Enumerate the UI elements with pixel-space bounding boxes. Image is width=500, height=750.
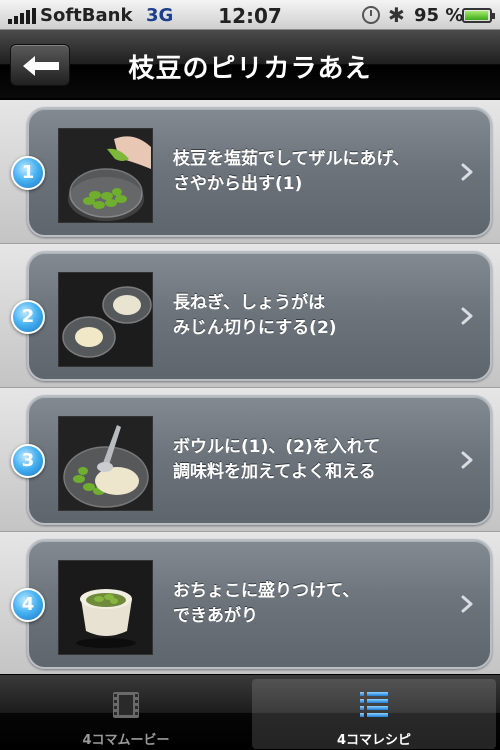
step-line-2: さやから出す(1) xyxy=(173,174,303,194)
step-photo xyxy=(58,128,153,223)
page-title: 枝豆のピリカラあえ xyxy=(128,54,372,84)
tab-label: 4コマムービー xyxy=(82,733,170,748)
list-item[interactable]: 4 おちょこに盛りつけて、 できあがり xyxy=(0,532,500,676)
step-line-1: 枝豆を塩茹でしてザルにあげ、 xyxy=(173,149,410,169)
step-card[interactable]: おちょこに盛りつけて、 できあがり xyxy=(27,539,492,669)
film-icon xyxy=(113,692,139,718)
step-line-2: できあがり xyxy=(173,606,258,626)
step-number-badge: 1 xyxy=(11,156,45,190)
step-description: 長ねぎ、しょうがは みじん切りにする(2) xyxy=(173,253,463,379)
tab-label: 4コマレシピ xyxy=(336,733,412,748)
chevron-right-icon xyxy=(461,307,473,325)
tab-4koma-recipe[interactable]: 4コマレシピ xyxy=(252,679,496,749)
list-item[interactable]: 1 枝豆を塩茹でしてザルにあげ、 さやから出す(1) xyxy=(0,100,500,244)
chevron-right-icon xyxy=(461,595,473,613)
tab-bar: 4コマムービー 4コマレシピ xyxy=(0,674,500,750)
list-item[interactable]: 2 長ねぎ、しょうがは みじん切りにする(2) xyxy=(0,244,500,388)
list-item[interactable]: 3 ボウルに(1)、(2)を入れて 調味料を加えてよく和える xyxy=(0,388,500,532)
step-line-1: ボウルに(1)、(2)を入れて xyxy=(173,437,381,457)
step-number-badge: 3 xyxy=(11,444,45,478)
step-card[interactable]: 長ねぎ、しょうがは みじん切りにする(2) xyxy=(27,251,492,381)
status-bar: SoftBank 3G 12:07 ✱ 95 % xyxy=(0,0,500,30)
tab-4koma-movie[interactable]: 4コマムービー xyxy=(4,679,248,749)
recipe-step-list: 1 枝豆を塩茹でしてザルにあげ、 さやから出す(1) 2 長ねぎ、しょうがは み… xyxy=(0,100,500,676)
step-line-1: 長ねぎ、しょうがは xyxy=(173,293,326,313)
battery-level xyxy=(465,11,488,20)
step-line-1: おちょこに盛りつけて、 xyxy=(173,581,360,601)
step-description: 枝豆を塩茹でしてザルにあげ、 さやから出す(1) xyxy=(173,109,463,235)
rotation-lock-icon xyxy=(362,6,380,24)
step-description: おちょこに盛りつけて、 できあがり xyxy=(173,541,463,667)
step-card[interactable]: 枝豆を塩茹でしてザルにあげ、 さやから出す(1) xyxy=(27,107,492,237)
battery-percent: 95 % xyxy=(414,5,464,26)
step-number-badge: 2 xyxy=(11,300,45,334)
step-photo xyxy=(58,272,153,367)
chevron-right-icon xyxy=(461,451,473,469)
navigation-bar: 枝豆のピリカラあえ xyxy=(0,30,500,100)
battery-icon xyxy=(462,8,495,23)
step-card[interactable]: ボウルに(1)、(2)を入れて 調味料を加えてよく和える xyxy=(27,395,492,525)
step-description: ボウルに(1)、(2)を入れて 調味料を加えてよく和える xyxy=(173,397,463,523)
step-number-badge: 4 xyxy=(11,588,45,622)
step-photo xyxy=(58,560,153,655)
step-line-2: 調味料を加えてよく和える xyxy=(173,462,376,482)
chevron-right-icon xyxy=(461,163,473,181)
bluetooth-icon: ✱ xyxy=(388,3,405,27)
list-icon xyxy=(360,692,388,717)
step-line-2: みじん切りにする(2) xyxy=(173,318,337,338)
step-photo xyxy=(58,416,153,511)
